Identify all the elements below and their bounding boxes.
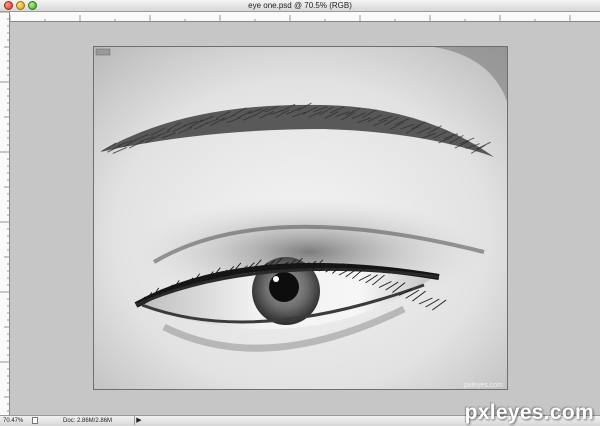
zoom-level-field[interactable]: 70.47% [3, 417, 27, 425]
eye-photo: pxleyes.com [94, 47, 507, 389]
window-title: eye one.psd @ 70.5% (RGB) [248, 1, 352, 10]
brand-watermark: pxleyes.com [464, 401, 594, 424]
window-titlebar[interactable]: eye one.psd @ 70.5% (RGB) [0, 0, 600, 12]
document-watermark: pxleyes.com [464, 382, 503, 389]
ruler-vertical-ticks [0, 12, 9, 412]
play-arrow-icon[interactable]: ▶ [134, 416, 143, 425]
layer-thumbnail-icon [95, 48, 111, 56]
document-icon[interactable] [32, 417, 38, 424]
document-size-info[interactable]: Doc: 2.86M/2.86M [63, 417, 135, 425]
document-canvas[interactable]: pxleyes.com [93, 46, 508, 390]
canvas-area[interactable]: pxleyes.com [10, 22, 600, 415]
ruler-horizontal-ticks [10, 15, 571, 21]
ruler-horizontal[interactable] [10, 12, 600, 22]
ruler-vertical[interactable] [0, 12, 10, 415]
